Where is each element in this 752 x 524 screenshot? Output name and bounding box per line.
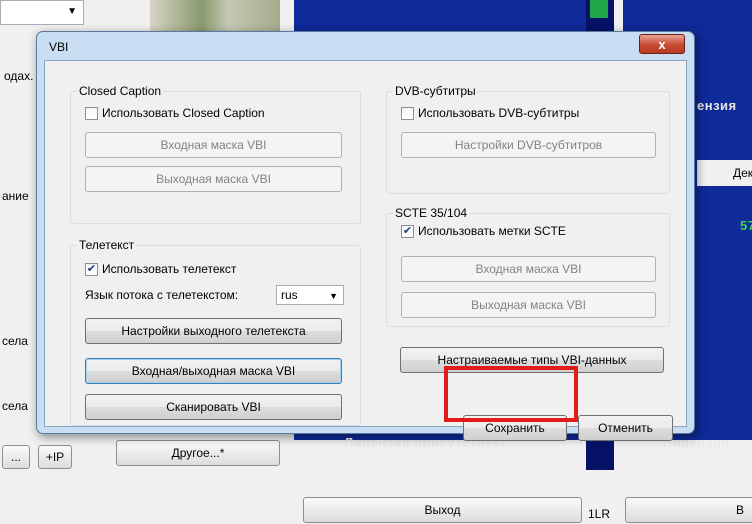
- teletext-checkbox[interactable]: ✔: [85, 262, 98, 276]
- dvb-settings-button[interactable]: Настройки DVB-субтитров: [401, 132, 656, 158]
- left-label-4: села: [2, 399, 28, 413]
- scte-checkbox-label: Использовать метки SCTE: [418, 224, 566, 238]
- teletext-checkbox-label: Использовать телетекст: [102, 262, 237, 276]
- teletext-language-select[interactable]: rus ▼: [276, 285, 344, 305]
- dvb-group-title: DVB-субтитры: [393, 84, 478, 98]
- teletext-language-value: rus: [281, 288, 298, 302]
- scte-group: SCTE 35/104 ✔ Использовать метки SCTE Вх…: [386, 206, 670, 327]
- teletext-language-label: Язык потока с телетекстом:: [85, 288, 239, 302]
- level-meter-green: [590, 0, 608, 18]
- dialog-titlebar[interactable]: VBI x: [37, 32, 694, 60]
- scte-checkbox[interactable]: ✔: [401, 224, 414, 238]
- add-ip-button[interactable]: +IP: [38, 445, 72, 469]
- cc-output-mask-button[interactable]: Выходная маска VBI: [85, 166, 342, 192]
- dialog-client-area: Closed Caption Использовать Closed Capti…: [44, 60, 687, 441]
- left-label-3: села: [2, 334, 28, 348]
- chevron-down-icon: ▼: [329, 291, 338, 301]
- teletext-output-settings-button[interactable]: Настройки выходного телетекста: [85, 318, 342, 344]
- scte-input-mask-button[interactable]: Входная маска VBI: [401, 256, 656, 282]
- teletext-group-title: Телетекст: [77, 238, 137, 252]
- thumbnail-image: [150, 0, 280, 32]
- close-icon: x: [658, 36, 666, 52]
- dots-button[interactable]: ...: [2, 445, 30, 469]
- decoder-label: Деко: [733, 166, 752, 180]
- left-label-2: ание: [2, 189, 29, 203]
- scte-output-mask-button[interactable]: Выходная маска VBI: [401, 292, 656, 318]
- cc-input-mask-button[interactable]: Входная маска VBI: [85, 132, 342, 158]
- exit-button[interactable]: Выход: [303, 497, 582, 523]
- dvb-checkbox-row[interactable]: Использовать DVB-субтитры: [401, 106, 579, 120]
- dialog-title: VBI: [49, 40, 69, 54]
- lr-label: 1LR: [588, 507, 611, 521]
- top-left-combo[interactable]: ▼: [0, 0, 84, 25]
- other-button[interactable]: Другое...*: [116, 440, 280, 466]
- closed-caption-checkbox-row[interactable]: Использовать Closed Caption: [85, 106, 265, 120]
- dvb-checkbox-label: Использовать DVB-субтитры: [418, 106, 580, 120]
- teletext-io-mask-button[interactable]: Входная/выходная маска VBI: [85, 358, 342, 384]
- scte-group-title: SCTE 35/104: [393, 206, 470, 220]
- right-cut-button[interactable]: В: [625, 497, 752, 523]
- closed-caption-group-title: Closed Caption: [77, 84, 164, 98]
- scte-checkbox-row[interactable]: ✔ Использовать метки SCTE: [401, 224, 566, 238]
- closed-caption-checkbox[interactable]: [85, 106, 98, 120]
- chevron-down-icon: ▼: [67, 6, 77, 17]
- closed-caption-group: Closed Caption Использовать Closed Capti…: [70, 84, 361, 224]
- save-highlight-box: [444, 366, 578, 422]
- left-label-1: одах.: [4, 69, 34, 83]
- dvb-checkbox[interactable]: [401, 106, 414, 120]
- close-button[interactable]: x: [639, 34, 685, 54]
- dvb-subtitles-group: DVB-субтитры Использовать DVB-субтитры Н…: [386, 84, 670, 194]
- teletext-group: Телетекст ✔ Использовать телетекст Язык …: [70, 238, 361, 426]
- teletext-checkbox-row[interactable]: ✔ Использовать телетекст: [85, 262, 236, 276]
- vbi-dialog: VBI x Closed Caption Использовать Closed…: [36, 31, 695, 441]
- scan-vbi-button[interactable]: Сканировать VBI: [85, 394, 342, 420]
- license-right-top: ензия: [697, 98, 737, 113]
- closed-caption-checkbox-label: Использовать Closed Caption: [102, 106, 265, 120]
- counter-label: 57: [740, 218, 752, 233]
- cancel-button[interactable]: Отменить: [578, 415, 673, 441]
